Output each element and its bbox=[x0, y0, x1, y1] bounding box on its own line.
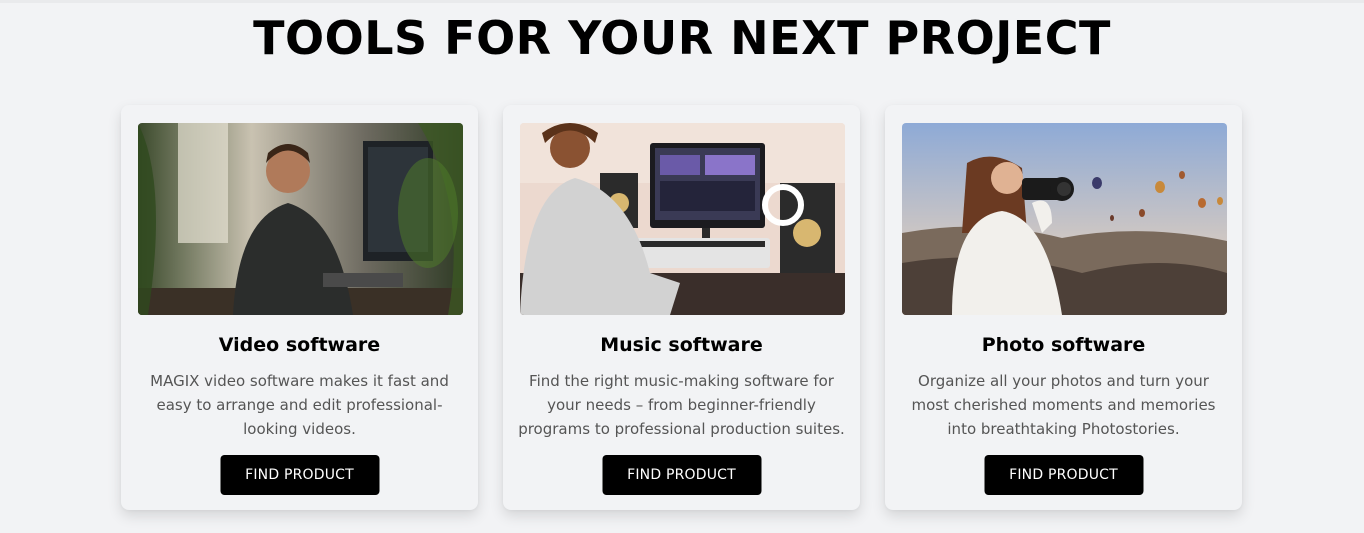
card-description: Find the right music-making software for… bbox=[518, 372, 845, 438]
product-cards: Video software MAGIX video software make… bbox=[0, 105, 1364, 515]
card-video-software: Video software MAGIX video software make… bbox=[121, 105, 478, 510]
card-description: Organize all your photos and turn your m… bbox=[911, 372, 1216, 438]
photographer-photo-icon bbox=[902, 123, 1227, 315]
music-software-image bbox=[520, 123, 845, 315]
photo-software-image bbox=[902, 123, 1227, 315]
video-software-image bbox=[138, 123, 463, 315]
card-photo-software: Photo software Organize all your photos … bbox=[885, 105, 1242, 510]
card-title: Photo software bbox=[981, 334, 1146, 356]
card-music-software: Music software Find the right music-maki… bbox=[503, 105, 860, 510]
find-product-button-photo[interactable]: FIND PRODUCT bbox=[984, 455, 1143, 495]
top-border bbox=[0, 0, 1364, 3]
page-title: TOOLS FOR YOUR NEXT PROJECT bbox=[253, 11, 1111, 65]
find-product-button-music[interactable]: FIND PRODUCT bbox=[602, 455, 761, 495]
card-description: MAGIX video software makes it fast and e… bbox=[150, 372, 449, 438]
card-title: Video software bbox=[218, 334, 381, 356]
video-editor-photo-icon bbox=[138, 123, 463, 315]
find-product-button-video[interactable]: FIND PRODUCT bbox=[220, 455, 379, 495]
music-studio-photo-icon bbox=[520, 123, 845, 315]
card-title: Music software bbox=[600, 334, 763, 356]
